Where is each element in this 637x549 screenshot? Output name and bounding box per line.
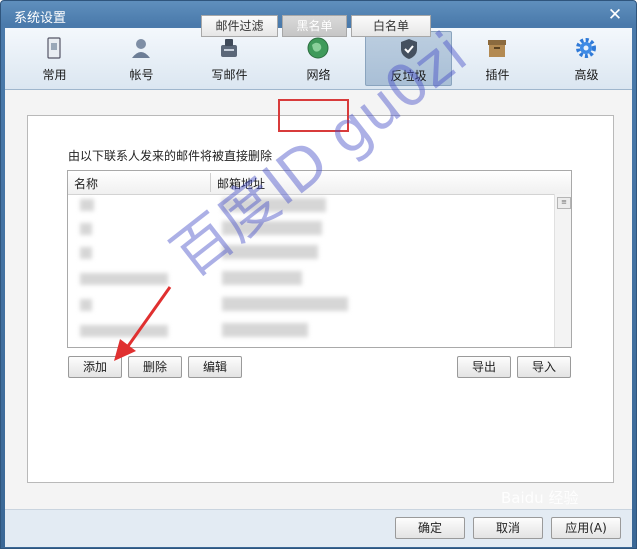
redacted-cell	[222, 297, 348, 311]
compose-icon	[221, 39, 237, 57]
redacted-cell	[80, 199, 94, 211]
settings-window: 系统设置 ✕ 常用 帐号 写邮件 网络 反垃圾 插件 高级 邮件过滤 黑名单 白…	[0, 0, 637, 549]
toolbar-label-general: 常用	[42, 68, 67, 82]
redacted-cell	[222, 198, 326, 212]
redacted-cell	[80, 299, 92, 311]
redacted-cell	[222, 245, 318, 259]
toolbar-label-advanced: 高级	[574, 68, 599, 82]
apply-button[interactable]: 应用(A)	[551, 517, 621, 539]
cancel-button[interactable]: 取消	[473, 517, 543, 539]
column-divider	[210, 173, 211, 192]
export-button[interactable]: 导出	[457, 356, 511, 378]
toolbar-label-antispam: 反垃圾	[390, 69, 427, 83]
toolbar-label-network: 网络	[306, 68, 331, 82]
column-header-email[interactable]: 邮箱地址	[217, 175, 265, 192]
red-arrow-annotation	[114, 286, 172, 361]
network-icon	[307, 37, 329, 59]
general-icon	[47, 37, 61, 59]
toolbar-label-compose: 写邮件	[211, 68, 248, 82]
redacted-cell	[222, 323, 308, 337]
blacklist-description: 由以下联系人发来的邮件将被直接删除	[68, 149, 273, 163]
toolbar-item-advanced[interactable]: 高级	[543, 31, 630, 86]
toolbar-item-compose[interactable]: 写邮件	[186, 31, 273, 86]
scrollbar-thumb[interactable]: ≡	[557, 197, 571, 209]
redacted-cell	[222, 271, 302, 285]
list-scrollbar[interactable]: ≡	[554, 194, 571, 347]
redacted-cell	[80, 247, 92, 259]
toolbar-item-network[interactable]: 网络	[275, 31, 362, 86]
toolbar-item-account[interactable]: 帐号	[98, 31, 185, 86]
advanced-gear-icon	[576, 38, 596, 58]
window-title: 系统设置	[14, 11, 67, 26]
toolbar-item-plugin[interactable]: 插件	[454, 31, 541, 86]
table-header: 名称 邮箱地址	[68, 171, 571, 195]
antispam-shield-icon	[401, 39, 417, 59]
redacted-cell	[222, 221, 322, 235]
plugin-icon	[488, 40, 506, 57]
import-button[interactable]: 导入	[517, 356, 571, 378]
toolbar-label-account: 帐号	[129, 68, 154, 82]
edit-button[interactable]: 编辑	[188, 356, 242, 378]
toolbar-item-general[interactable]: 常用	[11, 31, 98, 86]
blacklist-highlight-box	[278, 99, 349, 132]
tab-mail-filter[interactable]: 邮件过滤	[201, 15, 278, 37]
account-icon	[132, 39, 150, 58]
tab-whitelist[interactable]: 白名单	[351, 15, 431, 37]
ok-button[interactable]: 确定	[395, 517, 465, 539]
toolbar-item-antispam[interactable]: 反垃圾	[365, 31, 452, 86]
close-button[interactable]: ✕	[605, 6, 625, 24]
tab-blacklist[interactable]: 黑名单	[282, 15, 347, 37]
column-header-name[interactable]: 名称	[74, 175, 98, 192]
category-toolbar: 常用 帐号 写邮件 网络 反垃圾 插件 高级	[5, 28, 632, 90]
toolbar-label-plugin: 插件	[485, 68, 510, 82]
redacted-cell	[80, 223, 92, 235]
